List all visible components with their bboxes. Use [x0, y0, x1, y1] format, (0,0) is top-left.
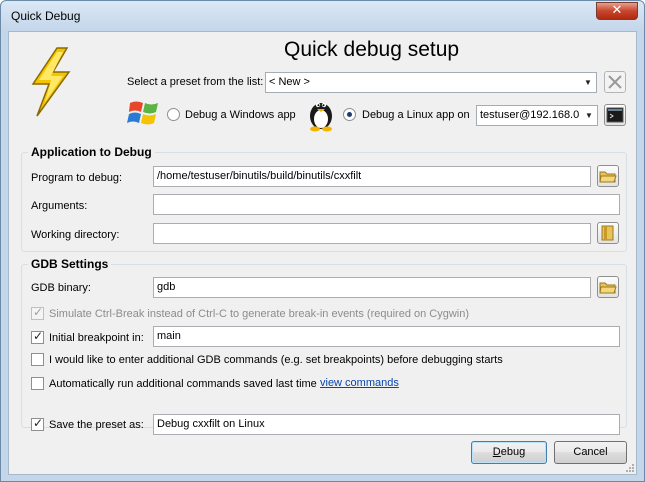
- page-title: Quick debug setup: [284, 38, 460, 61]
- windows-app-label: Debug a Windows app: [185, 109, 296, 121]
- save-preset-input[interactable]: Debug cxxfilt on Linux: [153, 414, 620, 435]
- lightning-bolt-icon: [31, 47, 71, 117]
- arguments-label: Arguments:: [31, 200, 88, 212]
- window-close-button[interactable]: ✕: [596, 2, 638, 20]
- windows-logo-icon: [127, 101, 158, 125]
- delete-preset-button[interactable]: [604, 71, 626, 93]
- cancel-button-label: Cancel: [573, 446, 608, 458]
- gdb-settings-group-title: GDB Settings: [28, 257, 112, 271]
- browse-gdb-button[interactable]: [597, 276, 619, 298]
- cancel-button[interactable]: Cancel: [554, 441, 627, 464]
- autorun-commands-label: Automatically run additional commands sa…: [49, 378, 317, 390]
- delete-x-icon: [608, 75, 622, 89]
- resize-grip-icon[interactable]: [625, 463, 635, 473]
- save-preset-label: Save the preset as:: [49, 419, 144, 431]
- autorun-commands-checkbox[interactable]: [31, 377, 44, 390]
- chevron-down-icon: ▼: [585, 111, 593, 120]
- linux-app-label: Debug a Linux app on: [362, 109, 470, 121]
- gdb-binary-label: GDB binary:: [31, 282, 91, 294]
- preset-select-value: < New >: [269, 76, 310, 88]
- dialog-client-area: Quick debug setup Select a preset from t…: [8, 31, 637, 475]
- debug-button-label: Debug: [492, 446, 526, 458]
- folder-bookmark-icon: [601, 225, 614, 241]
- windows-app-radio[interactable]: [167, 108, 180, 121]
- window-title: Quick Debug: [11, 9, 81, 23]
- gdb-binary-input[interactable]: gdb: [153, 277, 591, 298]
- browse-directory-button[interactable]: [597, 222, 619, 244]
- program-label: Program to debug:: [31, 172, 123, 184]
- application-group-title: Application to Debug: [28, 145, 155, 159]
- initial-breakpoint-checkbox[interactable]: [31, 329, 44, 344]
- preset-label: Select a preset from the list:: [127, 76, 264, 88]
- working-directory-label: Working directory:: [31, 229, 120, 241]
- preset-select[interactable]: < New > ▼: [265, 72, 597, 93]
- linux-host-select[interactable]: testuser@192.168.0 ▼: [476, 105, 598, 126]
- working-directory-input[interactable]: [153, 223, 591, 244]
- ctrl-break-checkbox[interactable]: [31, 305, 44, 320]
- save-preset-checkbox[interactable]: [31, 416, 44, 431]
- quick-debug-window: Quick Debug ✕ Quick debug setup Select a…: [0, 0, 645, 482]
- ctrl-break-label: Simulate Ctrl-Break instead of Ctrl-C to…: [49, 308, 470, 320]
- debug-button[interactable]: Debug: [471, 441, 547, 464]
- additional-commands-label: I would like to enter additional GDB com…: [49, 354, 503, 366]
- program-input[interactable]: /home/testuser/binutils/build/binutils/c…: [153, 166, 591, 187]
- tux-penguin-icon: [310, 102, 332, 132]
- browse-program-button[interactable]: [597, 165, 619, 187]
- folder-icon: [599, 282, 617, 294]
- linux-app-radio[interactable]: [343, 108, 356, 121]
- open-terminal-button[interactable]: [604, 104, 626, 126]
- folder-icon: [599, 171, 617, 183]
- terminal-icon: [606, 107, 624, 123]
- additional-commands-checkbox[interactable]: [31, 353, 44, 366]
- chevron-down-icon: ▼: [584, 78, 592, 87]
- title-bar[interactable]: Quick Debug ✕: [1, 1, 644, 31]
- linux-host-value: testuser@192.168.0: [480, 109, 580, 121]
- initial-breakpoint-input[interactable]: main: [153, 326, 620, 347]
- arguments-input[interactable]: [153, 194, 620, 215]
- initial-breakpoint-label: Initial breakpoint in:: [49, 332, 144, 344]
- view-commands-link[interactable]: view commands: [320, 377, 399, 389]
